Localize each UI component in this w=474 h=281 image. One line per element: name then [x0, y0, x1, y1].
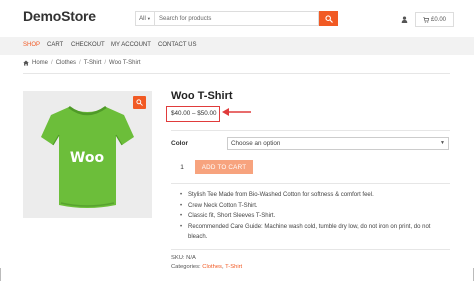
home-icon — [23, 60, 29, 66]
sku-label: SKU: — [171, 255, 185, 261]
account-button[interactable] — [398, 13, 410, 25]
cart-amount: £0.00 — [430, 16, 446, 23]
search-category-value: All — [139, 15, 146, 22]
chevron-down-icon: ▼ — [146, 16, 151, 21]
breadcrumb: Home / Clothes / T-Shirt / Woo T-Shirt — [23, 60, 141, 66]
quantity-input[interactable]: 1 — [172, 160, 192, 175]
search-category-select[interactable]: All ▼ — [135, 11, 154, 26]
product-image[interactable]: Woo — [23, 91, 152, 218]
categories-label: Categories: — [171, 264, 201, 270]
site-logo[interactable]: DemoStore — [23, 8, 96, 24]
site-header: DemoStore All ▼ Search for products £0.0… — [0, 0, 474, 37]
breadcrumb-separator: / — [104, 60, 107, 66]
description-item: Recommended Care Guide: Machine wash col… — [180, 222, 450, 243]
user-icon — [401, 15, 407, 23]
search-icon — [324, 14, 333, 23]
category-link-clothes[interactable]: Clothes — [202, 264, 222, 270]
breadcrumb-home[interactable]: Home — [32, 60, 48, 66]
breadcrumb-clothes[interactable]: Clothes — [56, 60, 76, 66]
color-select[interactable]: Choose an option ▼ — [227, 137, 449, 150]
color-select-value: Choose an option — [231, 140, 281, 147]
color-label: Color — [171, 140, 188, 147]
category-separator: , — [221, 264, 224, 270]
description-item: Classic fit, Short Sleeves T-Shirt. — [180, 211, 450, 222]
add-to-cart-button[interactable]: ADD TO CART — [195, 160, 253, 174]
breadcrumb-tshirt[interactable]: T-Shirt — [84, 60, 102, 66]
search-bar: All ▼ Search for products — [135, 11, 338, 26]
tshirt-image: Woo — [41, 105, 134, 208]
product-title: Woo T-Shirt — [171, 90, 233, 102]
page-edge — [0, 268, 1, 281]
nav-item-my-account[interactable]: MY ACCOUNT — [111, 42, 151, 48]
nav-item-checkout[interactable]: CHECKOUT — [71, 42, 105, 48]
divider — [171, 130, 450, 131]
divider — [171, 183, 450, 184]
product-sku: SKU: N/A — [171, 255, 196, 261]
header-cart-button[interactable]: £0.00 — [415, 12, 454, 27]
nav-item-shop[interactable]: SHOP — [23, 42, 40, 48]
breadcrumb-divider — [23, 73, 450, 74]
arrow-left-icon — [222, 108, 251, 116]
search-button[interactable] — [319, 11, 338, 26]
nav-item-contact-us[interactable]: CONTACT US — [158, 42, 196, 48]
breadcrumb-separator: / — [79, 60, 81, 66]
divider — [171, 249, 450, 250]
description-item: Crew Neck Cotton T-Shirt. — [180, 201, 450, 212]
sku-value: N/A — [186, 255, 196, 261]
search-placeholder: Search for products — [159, 15, 212, 22]
shirt-print-text: Woo — [70, 150, 105, 166]
product-price: $40.00 – $50.00 — [171, 110, 217, 117]
nav-item-cart[interactable]: CART — [47, 42, 63, 48]
category-link-tshirt[interactable]: T-Shirt — [225, 264, 242, 270]
product-categories: Categories: Clothes, T-Shirt — [171, 264, 242, 270]
product-description: Stylish Tee Made from Bio-Washed Cotton … — [180, 190, 450, 243]
breadcrumb-separator: / — [51, 60, 53, 66]
search-input[interactable]: Search for products — [154, 11, 319, 26]
cart-icon — [423, 16, 429, 23]
breadcrumb-current: Woo T-Shirt — [109, 60, 141, 66]
description-item: Stylish Tee Made from Bio-Washed Cotton … — [180, 190, 450, 201]
main-nav: SHOP CART CHECKOUT MY ACCOUNT CONTACT US — [0, 37, 474, 55]
zoom-icon — [136, 99, 143, 106]
chevron-down-icon: ▼ — [440, 140, 445, 146]
zoom-button[interactable] — [133, 96, 146, 109]
